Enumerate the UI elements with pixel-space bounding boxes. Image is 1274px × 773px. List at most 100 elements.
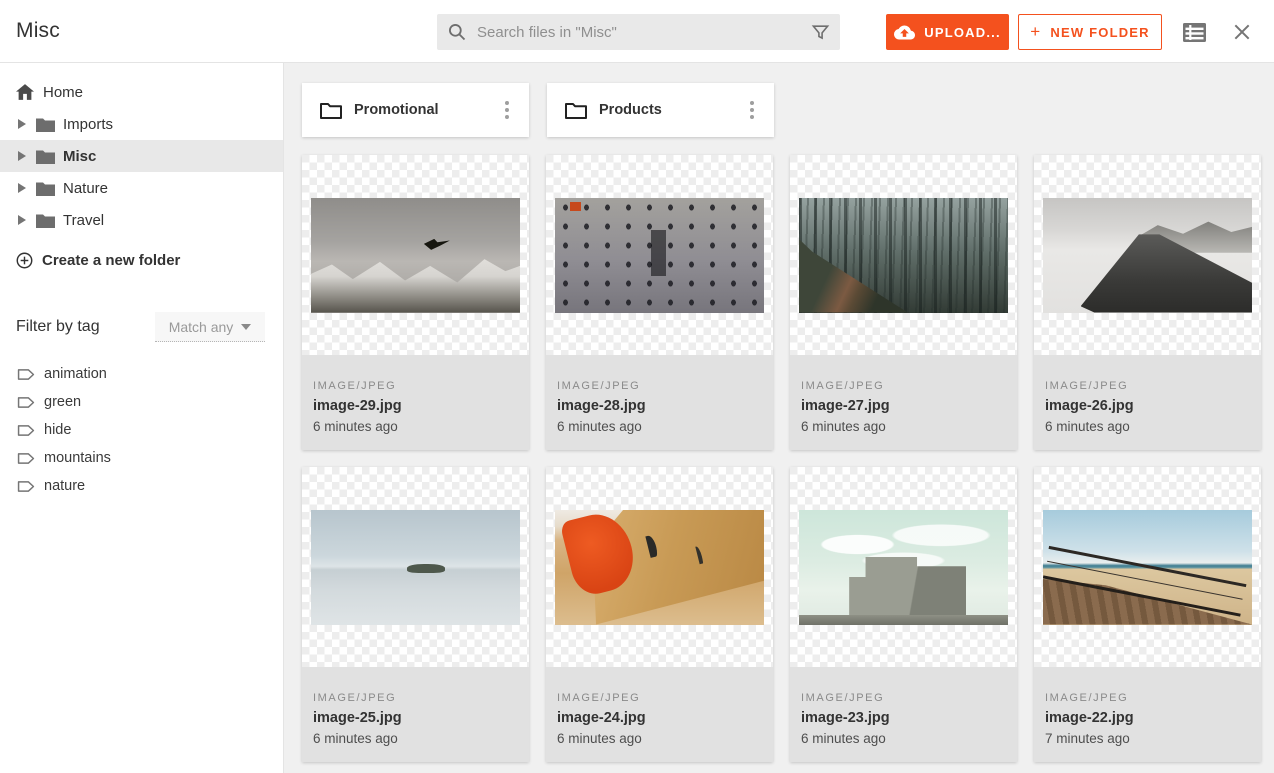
tag-filter-nature[interactable]: nature bbox=[0, 472, 283, 500]
transparency-checkerboard bbox=[546, 155, 773, 355]
file-thumbnail bbox=[799, 510, 1008, 625]
match-any-select[interactable]: Match any bbox=[155, 312, 265, 342]
file-timestamp: 6 minutes ago bbox=[557, 419, 761, 434]
file-type-label: IMAGE/JPEG bbox=[557, 380, 761, 392]
main-content: Promotional Products IMAGE/JPEG image-29… bbox=[285, 63, 1274, 773]
close-icon[interactable] bbox=[1230, 20, 1254, 44]
file-timestamp: 6 minutes ago bbox=[557, 731, 761, 746]
file-card[interactable]: IMAGE/JPEG image-29.jpg 6 minutes ago bbox=[302, 155, 529, 450]
file-card-footer: IMAGE/JPEG image-23.jpg 6 minutes ago bbox=[790, 667, 1017, 762]
folder-tree: Imports Misc Nature Travel bbox=[0, 108, 283, 236]
upload-button[interactable]: UPLOAD... bbox=[886, 14, 1009, 50]
caret-right-icon[interactable] bbox=[18, 119, 28, 129]
file-card-footer: IMAGE/JPEG image-29.jpg 6 minutes ago bbox=[302, 355, 529, 450]
file-thumbnail bbox=[311, 510, 520, 625]
folder-card-name: Products bbox=[599, 102, 728, 118]
file-grid: IMAGE/JPEG image-29.jpg 6 minutes ago IM… bbox=[302, 155, 1274, 762]
tag-filter-hide[interactable]: hide bbox=[0, 416, 283, 444]
file-type-label: IMAGE/JPEG bbox=[801, 692, 1005, 704]
cloud-upload-icon bbox=[894, 25, 915, 40]
sidebar-item-home[interactable]: Home bbox=[0, 76, 283, 108]
file-card[interactable]: IMAGE/JPEG image-25.jpg 6 minutes ago bbox=[302, 467, 529, 762]
file-card[interactable]: IMAGE/JPEG image-26.jpg 6 minutes ago bbox=[1034, 155, 1261, 450]
file-name: image-28.jpg bbox=[557, 398, 761, 414]
kebab-menu-icon[interactable] bbox=[495, 98, 519, 122]
tag-icon bbox=[17, 368, 35, 381]
tag-label: hide bbox=[44, 422, 71, 438]
sidebar-folder-label: Nature bbox=[63, 180, 108, 197]
search-input[interactable] bbox=[477, 24, 811, 41]
transparency-checkerboard bbox=[302, 467, 529, 667]
file-type-label: IMAGE/JPEG bbox=[557, 692, 761, 704]
file-timestamp: 6 minutes ago bbox=[801, 731, 1005, 746]
file-card-footer: IMAGE/JPEG image-24.jpg 6 minutes ago bbox=[546, 667, 773, 762]
transparency-checkerboard bbox=[790, 467, 1017, 667]
tag-filter-mountains[interactable]: mountains bbox=[0, 444, 283, 472]
list-view-toggle-icon[interactable] bbox=[1182, 20, 1206, 44]
caret-right-icon[interactable] bbox=[18, 151, 28, 161]
file-name: image-23.jpg bbox=[801, 710, 1005, 726]
tag-label: green bbox=[44, 394, 81, 410]
tag-filter-animation[interactable]: animation bbox=[0, 360, 283, 388]
file-name: image-26.jpg bbox=[1045, 398, 1249, 414]
file-timestamp: 6 minutes ago bbox=[313, 419, 517, 434]
sidebar-item-nature[interactable]: Nature bbox=[0, 172, 283, 204]
caret-right-icon[interactable] bbox=[18, 215, 28, 225]
transparency-checkerboard bbox=[302, 155, 529, 355]
folder-card-name: Promotional bbox=[354, 102, 483, 118]
file-thumbnail bbox=[555, 510, 764, 625]
file-card[interactable]: IMAGE/JPEG image-22.jpg 7 minutes ago bbox=[1034, 467, 1261, 762]
folder-icon bbox=[36, 117, 55, 132]
sidebar-item-misc[interactable]: Misc bbox=[0, 140, 283, 172]
folder-outline-icon bbox=[320, 102, 342, 119]
folder-icon bbox=[36, 149, 55, 164]
folder-cards-row: Promotional Products bbox=[302, 83, 1274, 137]
tag-filter-list: animation green hide mountains nature bbox=[0, 360, 283, 500]
file-timestamp: 6 minutes ago bbox=[1045, 419, 1249, 434]
filter-by-tag-heading: Filter by tag bbox=[16, 318, 100, 336]
kebab-menu-icon[interactable] bbox=[740, 98, 764, 122]
tag-icon bbox=[17, 480, 35, 493]
file-name: image-22.jpg bbox=[1045, 710, 1249, 726]
file-timestamp: 7 minutes ago bbox=[1045, 731, 1249, 746]
file-card[interactable]: IMAGE/JPEG image-27.jpg 6 minutes ago bbox=[790, 155, 1017, 450]
file-type-label: IMAGE/JPEG bbox=[313, 380, 517, 392]
folder-icon bbox=[36, 181, 55, 196]
file-card[interactable]: IMAGE/JPEG image-23.jpg 6 minutes ago bbox=[790, 467, 1017, 762]
file-card-footer: IMAGE/JPEG image-25.jpg 6 minutes ago bbox=[302, 667, 529, 762]
filter-icon[interactable] bbox=[811, 23, 830, 42]
header: Misc UPLOAD... + NEW FOLDER bbox=[0, 0, 1274, 63]
file-type-label: IMAGE/JPEG bbox=[313, 692, 517, 704]
tag-icon bbox=[17, 452, 35, 465]
new-folder-button[interactable]: + NEW FOLDER bbox=[1018, 14, 1162, 50]
file-thumbnail bbox=[555, 198, 764, 313]
home-icon bbox=[16, 84, 34, 100]
tag-filter-green[interactable]: green bbox=[0, 388, 283, 416]
sidebar-item-imports[interactable]: Imports bbox=[0, 108, 283, 140]
file-name: image-25.jpg bbox=[313, 710, 517, 726]
tag-icon bbox=[17, 396, 35, 409]
tag-label: nature bbox=[44, 478, 85, 494]
folder-outline-icon bbox=[565, 102, 587, 119]
file-timestamp: 6 minutes ago bbox=[313, 731, 517, 746]
transparency-checkerboard bbox=[790, 155, 1017, 355]
transparency-checkerboard bbox=[1034, 467, 1261, 667]
sidebar-folder-label: Imports bbox=[63, 116, 113, 133]
file-card-footer: IMAGE/JPEG image-27.jpg 6 minutes ago bbox=[790, 355, 1017, 450]
sidebar: Home Imports Misc Nature bbox=[0, 63, 284, 773]
file-name: image-29.jpg bbox=[313, 398, 517, 414]
caret-right-icon[interactable] bbox=[18, 183, 28, 193]
file-card[interactable]: IMAGE/JPEG image-24.jpg 6 minutes ago bbox=[546, 467, 773, 762]
folder-card-products[interactable]: Products bbox=[547, 83, 774, 137]
search-bar[interactable] bbox=[437, 14, 840, 50]
file-name: image-27.jpg bbox=[801, 398, 1005, 414]
create-new-folder-button[interactable]: Create a new folder bbox=[0, 244, 283, 276]
transparency-checkerboard bbox=[546, 467, 773, 667]
circle-plus-icon bbox=[16, 252, 33, 269]
file-name: image-24.jpg bbox=[557, 710, 761, 726]
tag-label: mountains bbox=[44, 450, 111, 466]
sidebar-item-travel[interactable]: Travel bbox=[0, 204, 283, 236]
file-card-footer: IMAGE/JPEG image-26.jpg 6 minutes ago bbox=[1034, 355, 1261, 450]
folder-card-promotional[interactable]: Promotional bbox=[302, 83, 529, 137]
file-card[interactable]: IMAGE/JPEG image-28.jpg 6 minutes ago bbox=[546, 155, 773, 450]
